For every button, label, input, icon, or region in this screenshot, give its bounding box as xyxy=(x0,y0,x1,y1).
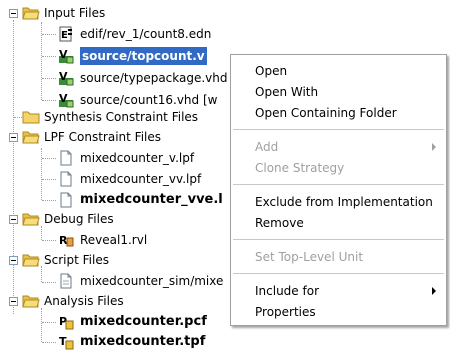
reveal-file-icon: R xyxy=(59,234,74,247)
menu-item-properties[interactable]: Properties xyxy=(255,302,316,322)
folder-label: Analysis Files xyxy=(44,294,124,308)
folder-open-icon xyxy=(22,131,40,144)
file-label: mixedcounter_vve.l xyxy=(80,192,223,207)
vhdl-file-icon: V xyxy=(59,70,74,86)
tree-connector-root xyxy=(13,20,14,314)
collapse-toggle[interactable] xyxy=(9,297,18,306)
tree-connector xyxy=(42,34,56,35)
tree-connector-debug xyxy=(41,226,42,240)
folder-label: Debug Files xyxy=(44,212,114,226)
tree-connector-lpf xyxy=(41,148,42,200)
file-label: mixedcounter_v.lpf xyxy=(80,151,195,165)
tree-connector xyxy=(42,179,56,180)
file-label: mixedcounter.tpf xyxy=(80,334,206,349)
folder-open-icon xyxy=(22,7,40,20)
svg-text:E: E xyxy=(61,30,68,41)
folder-label: Script Files xyxy=(44,253,109,267)
tree-connector xyxy=(42,200,56,201)
menu-item-add: Add xyxy=(255,140,279,154)
menu-item-open-containing-folder[interactable]: Open Containing Folder xyxy=(255,103,397,123)
file-label: Reveal1.rvl xyxy=(80,233,148,247)
file-label: source/topcount.v xyxy=(80,47,207,65)
menu-separator xyxy=(233,239,444,240)
tree-connector xyxy=(42,100,56,101)
file-label: source/count16.vhd [w xyxy=(80,93,218,107)
menu-item-exclude-from-implementation[interactable]: Exclude from Implementation xyxy=(255,192,433,212)
collapse-toggle[interactable] xyxy=(9,133,18,142)
tree-connector xyxy=(42,78,56,79)
folder-label: Input Files xyxy=(44,6,106,20)
menu-separator xyxy=(233,129,444,130)
submenu-arrow-icon xyxy=(432,287,436,295)
folder-label: LPF Constraint Files xyxy=(44,130,161,144)
folder-open-icon xyxy=(22,295,40,308)
tree-connector-script xyxy=(41,266,42,282)
file-label: source/typepackage.vhd xyxy=(80,71,228,85)
tree-connector-analysis xyxy=(41,308,42,342)
document-file-icon xyxy=(60,171,72,187)
collapse-toggle[interactable] xyxy=(9,215,18,224)
submenu-arrow-icon xyxy=(432,143,436,151)
menu-item-include-for[interactable]: Include for xyxy=(255,281,319,301)
file-label: mixedcounter.pcf xyxy=(80,314,207,329)
tpf-file-icon: T xyxy=(59,335,74,350)
menu-item-open[interactable]: Open xyxy=(255,61,287,81)
file-label: mixedcounter_vv.lpf xyxy=(80,172,202,186)
tree-connector xyxy=(42,342,56,343)
tree-connector xyxy=(42,282,56,283)
pcf-file-icon: P xyxy=(59,315,74,330)
collapse-toggle[interactable] xyxy=(9,256,18,265)
menu-separator xyxy=(233,184,444,185)
document-file-icon xyxy=(60,150,72,166)
document-file-icon xyxy=(60,192,72,208)
tree-connector xyxy=(42,240,56,241)
folder-open-icon xyxy=(22,213,40,226)
menu-item-clone-strategy: Clone Strategy xyxy=(255,161,345,175)
menu-item-open-with[interactable]: Open With xyxy=(255,82,318,102)
tree-connector xyxy=(42,322,56,323)
file-label: edif/rev_1/count8.edn xyxy=(80,27,212,41)
menu-item-set-top-level-unit: Set Top-Level Unit xyxy=(255,250,364,264)
tree-connector xyxy=(42,56,56,57)
vhdl-file-icon: V xyxy=(59,92,74,108)
folder-label: Synthesis Constraint Files xyxy=(44,110,199,124)
menu-item-remove[interactable]: Remove xyxy=(255,213,304,233)
folder-open-icon xyxy=(22,254,40,267)
menu-separator xyxy=(233,273,444,274)
script-file-icon xyxy=(60,273,72,289)
edif-file-icon: E xyxy=(59,26,72,42)
verilog-file-icon: V xyxy=(59,48,74,64)
context-menu: Open Open With Open Containing Folder Ad… xyxy=(230,54,447,326)
collapse-toggle[interactable] xyxy=(9,9,18,18)
folder-closed-icon xyxy=(22,111,40,124)
tree-connector xyxy=(42,158,56,159)
file-label: mixedcounter_sim/mixe xyxy=(80,274,224,288)
